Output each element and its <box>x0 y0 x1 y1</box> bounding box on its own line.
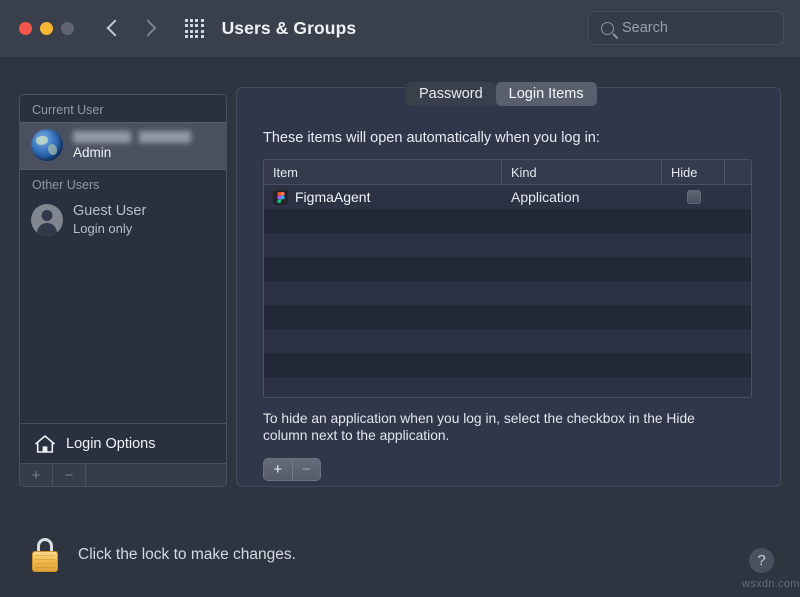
remove-user-button[interactable]: − <box>53 464 86 486</box>
globe-avatar-icon <box>31 129 63 161</box>
sidebar-footer-spacer <box>86 464 226 486</box>
sidebar-spacer <box>20 244 226 423</box>
column-header-item[interactable]: Item <box>264 160 502 184</box>
add-user-button[interactable]: + <box>20 464 53 486</box>
guest-user-name: Guest User <box>73 203 146 219</box>
login-options-label: Login Options <box>66 436 155 452</box>
add-login-item-button[interactable]: + <box>264 459 292 480</box>
current-user-text: Admin <box>73 131 191 160</box>
close-button[interactable] <box>19 22 32 35</box>
figma-icon <box>273 190 288 205</box>
grid-dot <box>201 19 204 22</box>
table-row-empty[interactable] <box>264 209 751 233</box>
table-row-empty[interactable] <box>264 329 751 353</box>
forward-chevron-icon[interactable] <box>140 18 156 40</box>
grid-dot <box>201 24 204 27</box>
current-user-name-redacted <box>73 131 191 143</box>
users-and-groups-window: Users & Groups Current User Admin Other … <box>0 0 800 597</box>
grid-dot <box>185 24 188 27</box>
cell-item: FigmaAgent <box>264 189 502 205</box>
cell-hide <box>662 190 725 204</box>
search-input[interactable] <box>622 20 772 36</box>
traffic-lights <box>19 22 74 35</box>
lock-row[interactable]: Click the lock to make changes. <box>31 538 296 572</box>
login-items-table[interactable]: Item Kind Hide Fig <box>263 159 752 398</box>
grid-dot <box>190 24 193 27</box>
table-row-empty[interactable] <box>264 353 751 377</box>
grid-dot <box>201 30 204 33</box>
cell-kind: Application <box>502 189 662 205</box>
sidebar-item-login-options[interactable]: Login Options <box>20 423 226 463</box>
back-chevron-icon[interactable] <box>106 18 122 40</box>
page-title: Users & Groups <box>222 18 357 39</box>
login-item-name: FigmaAgent <box>295 189 370 205</box>
watermark: wsxdn.com <box>742 578 800 590</box>
table-row[interactable]: FigmaAgent Application <box>264 185 751 209</box>
login-items-panel: These items will open automatically when… <box>236 87 781 487</box>
guest-user-role: Login only <box>73 221 146 236</box>
tab-login-items[interactable]: Login Items <box>496 82 597 106</box>
sidebar-footer-toolbar: + − <box>20 463 226 486</box>
person-avatar-icon <box>31 204 63 236</box>
minimize-button[interactable] <box>40 22 53 35</box>
sidebar-group-header-other-users: Other Users <box>20 170 226 197</box>
current-user-role: Admin <box>73 145 191 160</box>
title-bar: Users & Groups <box>0 0 800 57</box>
padlock-body <box>32 551 58 572</box>
guest-user-text: Guest User Login only <box>73 203 146 236</box>
home-icon <box>34 434 56 454</box>
sidebar-item-current-user[interactable]: Admin <box>20 122 226 170</box>
grid-dot <box>195 24 198 27</box>
table-row-empty[interactable] <box>264 377 751 398</box>
grid-dot <box>195 30 198 33</box>
tab-bar: Password Login Items <box>406 82 597 106</box>
grid-dot <box>195 35 198 38</box>
hide-checkbox[interactable] <box>687 190 701 204</box>
grid-dot <box>190 19 193 22</box>
remove-login-item-button[interactable]: − <box>292 459 321 480</box>
padlock-locked-icon[interactable] <box>31 538 59 572</box>
help-button[interactable]: ? <box>749 548 774 573</box>
grid-dot <box>185 19 188 22</box>
column-header-hide[interactable]: Hide <box>662 160 725 184</box>
column-header-kind[interactable]: Kind <box>502 160 662 184</box>
navigation-buttons <box>106 18 156 40</box>
grid-dot <box>190 35 193 38</box>
table-row-empty[interactable] <box>264 305 751 329</box>
sidebar-group-header-current-user: Current User <box>20 95 226 122</box>
zoom-button[interactable] <box>61 22 74 35</box>
intro-text: These items will open automatically when… <box>263 130 600 146</box>
column-header-spacer <box>725 160 751 184</box>
table-header-row: Item Kind Hide <box>264 160 751 185</box>
tab-password[interactable]: Password <box>406 82 496 106</box>
table-row-empty[interactable] <box>264 257 751 281</box>
login-items-add-remove-toolbar: + − <box>263 458 321 481</box>
grid-dot <box>195 19 198 22</box>
grid-dot <box>185 35 188 38</box>
grid-dot <box>185 30 188 33</box>
grid-dot <box>201 35 204 38</box>
table-row-empty[interactable] <box>264 281 751 305</box>
users-sidebar: Current User Admin Other Users Guest Use… <box>19 94 227 487</box>
table-row-empty[interactable] <box>264 233 751 257</box>
hide-column-hint: To hide an application when you log in, … <box>263 410 741 444</box>
search-icon <box>601 22 614 35</box>
search-field[interactable] <box>588 11 784 45</box>
grid-dot <box>190 30 193 33</box>
lock-message: Click the lock to make changes. <box>78 546 296 564</box>
sidebar-item-guest-user[interactable]: Guest User Login only <box>20 197 226 244</box>
show-all-grid-icon[interactable] <box>185 19 204 38</box>
